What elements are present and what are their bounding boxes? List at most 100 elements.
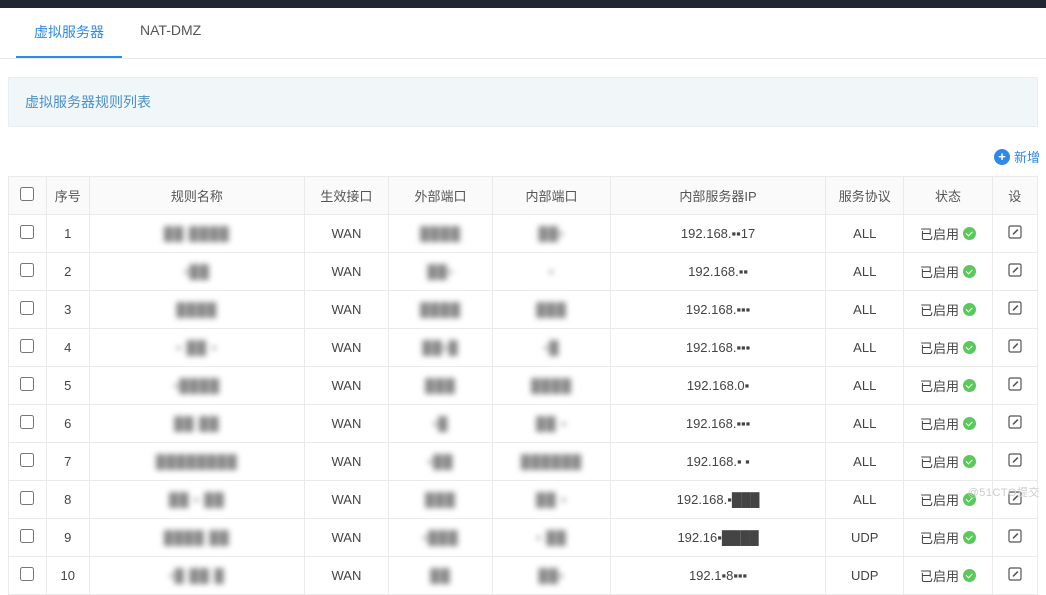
table-header-row: 序号 规则名称 生效接口 外部端口 内部端口 内部服务器IP 服务协议 状态 设 xyxy=(9,177,1038,215)
cell-int-port: ██████ xyxy=(492,443,610,481)
check-icon xyxy=(963,379,976,392)
cell-ext-port: ██▪ xyxy=(389,253,493,291)
col-index: 序号 xyxy=(46,177,89,215)
cell-name: ▪█ ██ █ xyxy=(89,557,304,595)
tab-bar: 虚拟服务器 NAT-DMZ xyxy=(0,8,1046,59)
cell-ip: 192.168.▪▪ xyxy=(611,253,826,291)
cell-ip: 192.168.▪ ▪ xyxy=(611,443,826,481)
cell-status: 已启用 xyxy=(904,405,992,443)
cell-ext-port: ███ xyxy=(389,367,493,405)
cell-int-port: ▪█ xyxy=(492,329,610,367)
row-checkbox[interactable] xyxy=(20,415,34,429)
cell-ip: 192.168.▪▪17 xyxy=(611,215,826,253)
tab-virtual-server[interactable]: 虚拟服务器 xyxy=(16,8,122,58)
cell-status: 已启用 xyxy=(904,291,992,329)
cell-int-port: ██▪ xyxy=(492,557,610,595)
edit-icon[interactable] xyxy=(1006,261,1024,279)
cell-index: 3 xyxy=(46,291,89,329)
tab-nat-dmz[interactable]: NAT-DMZ xyxy=(122,8,219,58)
cell-name: ██ ████ xyxy=(89,215,304,253)
edit-icon[interactable] xyxy=(1006,337,1024,355)
cell-name: ████ ██ xyxy=(89,519,304,557)
cell-ip: 192.168.0▪ xyxy=(611,367,826,405)
cell-ext-port: ████ xyxy=(389,291,493,329)
col-action: 设 xyxy=(992,177,1037,215)
cell-proto: ALL xyxy=(826,253,904,291)
row-checkbox[interactable] xyxy=(20,225,34,239)
col-int: 内部端口 xyxy=(492,177,610,215)
edit-icon[interactable] xyxy=(1006,451,1024,469)
col-iface: 生效接口 xyxy=(304,177,388,215)
check-icon xyxy=(963,569,976,582)
edit-icon[interactable] xyxy=(1006,565,1024,583)
edit-icon[interactable] xyxy=(1006,527,1024,545)
edit-icon[interactable] xyxy=(1006,299,1024,317)
rules-table: 序号 规则名称 生效接口 外部端口 内部端口 内部服务器IP 服务协议 状态 设… xyxy=(8,176,1038,595)
row-checkbox[interactable] xyxy=(20,453,34,467)
table-row: 10▪█ ██ █WAN████▪192.1▪8▪▪▪UDP已启用 xyxy=(9,557,1038,595)
cell-int-port: ▪ ██ xyxy=(492,519,610,557)
table-row: 2▪██WAN██▪▪192.168.▪▪ALL已启用 xyxy=(9,253,1038,291)
add-button[interactable]: + 新增 xyxy=(994,147,1040,166)
cell-int-port: ███ xyxy=(492,291,610,329)
cell-status: 已启用 xyxy=(904,519,992,557)
row-checkbox[interactable] xyxy=(20,529,34,543)
cell-status: 已启用 xyxy=(904,253,992,291)
edit-icon[interactable] xyxy=(1006,375,1024,393)
col-ext: 外部端口 xyxy=(389,177,493,215)
cell-proto: UDP xyxy=(826,557,904,595)
select-all-checkbox[interactable] xyxy=(20,187,34,201)
row-checkbox[interactable] xyxy=(20,263,34,277)
cell-proto: ALL xyxy=(826,443,904,481)
col-status: 状态 xyxy=(904,177,992,215)
cell-index: 10 xyxy=(46,557,89,595)
cell-name: ██ ██ xyxy=(89,405,304,443)
cell-ip: 192.168.▪▪▪ xyxy=(611,329,826,367)
cell-status: 已启用 xyxy=(904,329,992,367)
cell-proto: ALL xyxy=(826,291,904,329)
cell-ip: 192.168.▪▪▪ xyxy=(611,291,826,329)
cell-status: 已启用 xyxy=(904,443,992,481)
cell-ip: 192.168.▪▪▪ xyxy=(611,405,826,443)
cell-proto: ALL xyxy=(826,329,904,367)
row-checkbox[interactable] xyxy=(20,301,34,315)
cell-index: 9 xyxy=(46,519,89,557)
cell-ext-port: ████ xyxy=(389,215,493,253)
cell-index: 2 xyxy=(46,253,89,291)
cell-index: 5 xyxy=(46,367,89,405)
cell-int-port: ▪ xyxy=(492,253,610,291)
check-icon xyxy=(963,303,976,316)
col-ip: 内部服务器IP xyxy=(611,177,826,215)
cell-int-port: ██ ▪ xyxy=(492,405,610,443)
cell-index: 6 xyxy=(46,405,89,443)
cell-ext-port: ▪██ xyxy=(389,443,493,481)
check-icon xyxy=(963,227,976,240)
row-checkbox[interactable] xyxy=(20,339,34,353)
cell-int-port: ██▪ xyxy=(492,215,610,253)
cell-name: ████ xyxy=(89,291,304,329)
row-checkbox[interactable] xyxy=(20,491,34,505)
table-row: 3████WAN███████192.168.▪▪▪ALL已启用 xyxy=(9,291,1038,329)
cell-iface: WAN xyxy=(304,405,388,443)
row-checkbox[interactable] xyxy=(20,377,34,391)
cell-name: ▪████ xyxy=(89,367,304,405)
plus-icon: + xyxy=(994,149,1010,165)
cell-int-port: ████ xyxy=(492,367,610,405)
cell-iface: WAN xyxy=(304,367,388,405)
check-icon xyxy=(963,455,976,468)
cell-name: ▪██ xyxy=(89,253,304,291)
cell-iface: WAN xyxy=(304,329,388,367)
edit-icon[interactable] xyxy=(1006,413,1024,431)
window-topbar xyxy=(0,0,1046,8)
cell-proto: ALL xyxy=(826,367,904,405)
check-icon xyxy=(963,341,976,354)
edit-icon[interactable] xyxy=(1006,223,1024,241)
table-row: 7████████WAN▪████████192.168.▪ ▪ALL已启用 xyxy=(9,443,1038,481)
row-checkbox[interactable] xyxy=(20,567,34,581)
table-row: 4▪ ██ ▪WAN██▪█▪█192.168.▪▪▪ALL已启用 xyxy=(9,329,1038,367)
cell-proto: ALL xyxy=(826,405,904,443)
col-proto: 服务协议 xyxy=(826,177,904,215)
cell-ext-port: ▪███ xyxy=(389,519,493,557)
cell-status: 已启用 xyxy=(904,367,992,405)
table-row: 9████ ██WAN▪███▪ ██192.16▪████UDP已启用 xyxy=(9,519,1038,557)
